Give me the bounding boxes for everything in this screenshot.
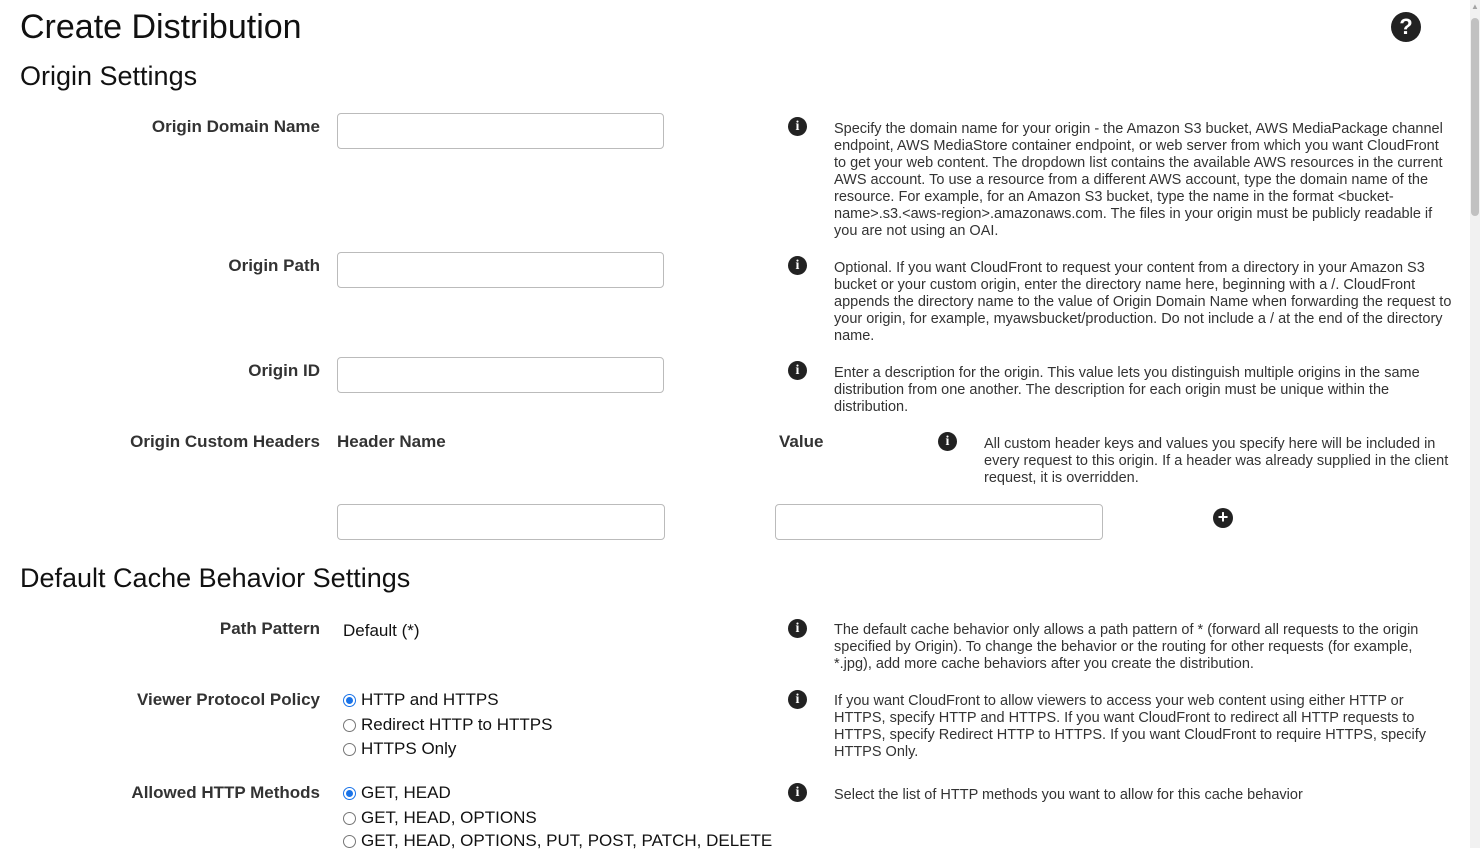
info-icon[interactable]: i	[788, 783, 807, 802]
viewer-protocol-policy-label: Viewer Protocol Policy	[137, 690, 320, 709]
origin-path-input[interactable]	[337, 252, 664, 288]
radio-label: HTTPS Only	[361, 739, 457, 758]
cache-behavior-heading: Default Cache Behavior Settings	[20, 563, 411, 593]
radio-https-only[interactable]: HTTPS Only	[343, 737, 456, 761]
radio-label: Redirect HTTP to HTTPS	[361, 715, 553, 734]
question-circle-icon[interactable]: ?	[1391, 12, 1421, 42]
info-icon[interactable]: i	[788, 256, 807, 275]
info-icon[interactable]: i	[788, 117, 807, 136]
value-column-label: Value	[779, 432, 824, 451]
radio-all-methods[interactable]: GET, HEAD, OPTIONS, PUT, POST, PATCH, DE…	[343, 829, 772, 853]
radio-button[interactable]	[343, 811, 356, 825]
origin-id-input[interactable]	[337, 357, 664, 393]
origin-settings-heading: Origin Settings	[20, 61, 198, 91]
radio-label: GET, HEAD	[361, 783, 451, 802]
radio-button[interactable]	[343, 742, 356, 756]
radio-get-head[interactable]: GET, HEAD	[343, 781, 451, 805]
header-name-column-label: Header Name	[337, 432, 446, 451]
radio-get-head-options[interactable]: GET, HEAD, OPTIONS	[343, 806, 537, 830]
plus-circle-icon[interactable]: +	[1213, 508, 1233, 528]
origin-domain-name-help: Specify the domain name for your origin …	[834, 121, 1443, 239]
allowed-http-methods-label: Allowed HTTP Methods	[131, 783, 320, 802]
radio-http-and-https[interactable]: HTTP and HTTPS	[343, 688, 499, 712]
radio-button[interactable]	[343, 834, 356, 848]
radio-button[interactable]	[343, 786, 356, 800]
origin-path-label: Origin Path	[228, 256, 320, 275]
origin-path-help: Optional. If you want CloudFront to requ…	[834, 260, 1452, 344]
scroll-up-arrow-icon[interactable]: ▲	[1470, 0, 1480, 14]
origin-domain-name-label: Origin Domain Name	[151, 117, 320, 136]
radio-button[interactable]	[343, 693, 356, 707]
info-icon[interactable]: i	[938, 432, 957, 451]
info-icon[interactable]: i	[788, 619, 807, 638]
header-name-input[interactable]	[337, 504, 665, 540]
info-icon[interactable]: i	[788, 690, 807, 709]
page-title: Create Distribution	[20, 8, 302, 46]
radio-label: HTTP and HTTPS	[361, 690, 499, 709]
viewer-protocol-policy-help: If you want CloudFront to allow viewers …	[834, 693, 1427, 760]
origin-id-help: Enter a description for the origin. This…	[834, 365, 1420, 415]
path-pattern-label: Path Pattern	[219, 619, 320, 638]
origin-id-label: Origin ID	[248, 361, 320, 380]
origin-custom-headers-help: All custom header keys and values you sp…	[984, 436, 1449, 486]
radio-label: GET, HEAD, OPTIONS, PUT, POST, PATCH, DE…	[361, 831, 773, 850]
scrollbar-thumb[interactable]	[1471, 18, 1479, 216]
path-pattern-value: Default (*)	[343, 621, 420, 640]
radio-label: GET, HEAD, OPTIONS	[361, 808, 537, 827]
radio-redirect-http-to-https[interactable]: Redirect HTTP to HTTPS	[343, 713, 552, 737]
header-value-input[interactable]	[775, 504, 1103, 540]
origin-custom-headers-label: Origin Custom Headers	[130, 432, 320, 451]
origin-domain-name-input[interactable]	[337, 113, 664, 149]
allowed-http-methods-help: Select the list of HTTP methods you want…	[834, 787, 1303, 803]
info-icon[interactable]: i	[788, 361, 807, 380]
path-pattern-help: The default cache behavior only allows a…	[834, 622, 1419, 672]
radio-button[interactable]	[343, 718, 356, 732]
